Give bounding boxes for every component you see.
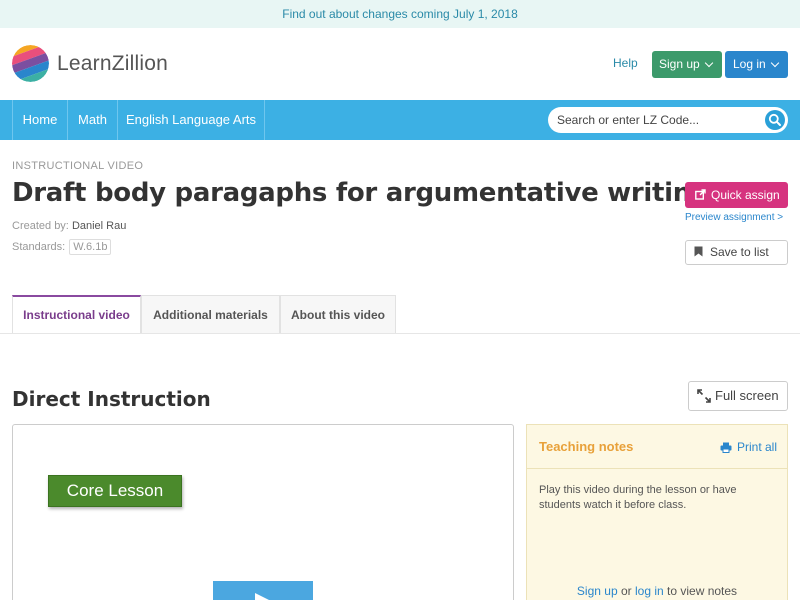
notes-footer-text: to view notes: [667, 584, 738, 598]
chevron-down-icon: [770, 58, 779, 68]
tabs-divider: [0, 333, 800, 334]
full-screen-label: Full screen: [715, 388, 779, 403]
created-by: Created by: Daniel Rau: [12, 220, 126, 232]
expand-icon: [697, 389, 711, 403]
created-by-label: Created by:: [12, 220, 69, 232]
logo[interactable]: LearnZillion: [12, 45, 168, 82]
signup-label: Sign up: [659, 57, 700, 71]
logo-text: LearnZillion: [57, 51, 168, 75]
author-name: Daniel Rau: [71, 220, 127, 232]
section-title: Direct Instruction: [12, 387, 211, 411]
search-input[interactable]: [557, 107, 757, 133]
notes-or-text: or: [620, 584, 632, 598]
logo-icon: [12, 45, 49, 82]
login-label: Log in: [733, 57, 766, 71]
page-title: Draft body paragaphs for argumentative w…: [12, 178, 710, 208]
play-button[interactable]: [213, 581, 313, 600]
print-all-label: Print all: [737, 440, 778, 454]
search-button[interactable]: [765, 110, 785, 130]
help-link[interactable]: Help: [613, 56, 638, 70]
chevron-down-icon: [704, 58, 713, 68]
full-screen-button[interactable]: Full screen: [688, 381, 788, 411]
print-all-link[interactable]: Print all: [720, 440, 777, 454]
standards-row: Standards: W.6.1b: [12, 239, 112, 255]
save-to-list-button[interactable]: Save to list: [685, 240, 788, 265]
standard-badge[interactable]: W.6.1b: [69, 239, 112, 255]
tab-about-video[interactable]: About this video: [280, 295, 396, 334]
main-nav: Home Math English Language Arts: [0, 100, 800, 140]
save-label: Save to list: [710, 245, 769, 259]
signup-button[interactable]: Sign up: [652, 51, 722, 78]
printer-icon: [720, 442, 732, 453]
core-lesson-slide-label: Core Lesson: [48, 475, 182, 507]
quick-assign-label: Quick assign: [711, 188, 780, 202]
tab-additional-materials[interactable]: Additional materials: [141, 295, 280, 334]
teaching-notes-panel: Teaching notes Print all Play this video…: [526, 424, 788, 600]
share-icon: [695, 189, 706, 200]
nav-item-ela[interactable]: English Language Arts: [117, 100, 265, 140]
play-icon: [255, 593, 269, 600]
nav-item-home[interactable]: Home: [12, 100, 67, 140]
search-icon: [768, 113, 781, 126]
standards-label: Standards:: [12, 241, 66, 253]
preview-assignment-link[interactable]: Preview assignment >: [685, 212, 783, 223]
teaching-notes-title: Teaching notes: [539, 439, 634, 454]
search-box: [548, 107, 788, 133]
notes-login-link[interactable]: log in: [635, 584, 664, 598]
site-header: LearnZillion Help Sign up Log in: [0, 28, 800, 100]
login-button[interactable]: Log in: [725, 51, 788, 78]
announcement-banner[interactable]: Find out about changes coming July 1, 20…: [0, 0, 800, 28]
teaching-notes-body: Play this video during the lesson or hav…: [539, 484, 737, 511]
quick-assign-button[interactable]: Quick assign: [685, 182, 788, 208]
content-type-label: INSTRUCTIONAL VIDEO: [12, 160, 144, 172]
notes-login-prompt: Sign up or log in to view notes: [527, 584, 787, 598]
nav-item-math[interactable]: Math: [67, 100, 117, 140]
teaching-notes-header: Teaching notes Print all: [527, 425, 787, 469]
bookmark-icon: [694, 246, 703, 257]
tab-instructional-video[interactable]: Instructional video: [12, 295, 141, 334]
notes-signup-link[interactable]: Sign up: [577, 584, 618, 598]
video-player[interactable]: Core Lesson: [12, 424, 514, 600]
